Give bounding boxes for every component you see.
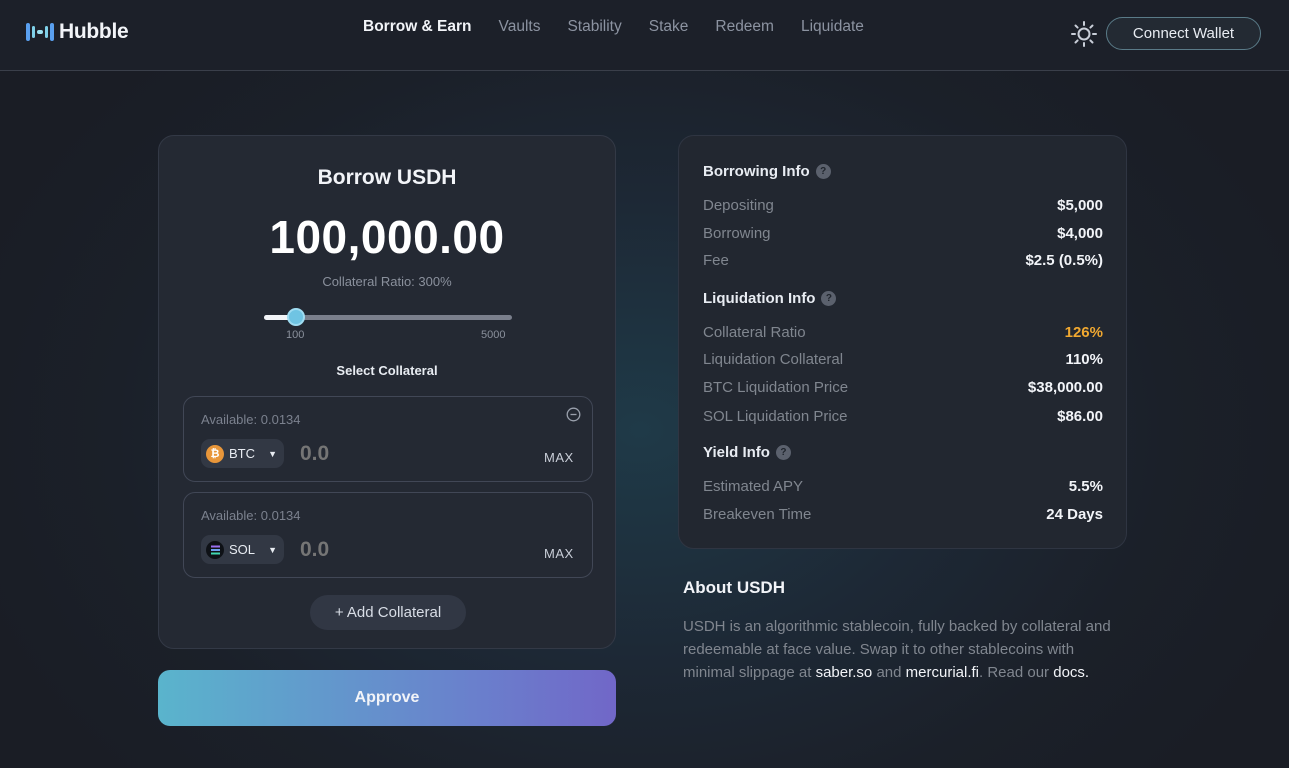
sun-icon[interactable] [1070,20,1098,48]
info-row-collateral-ratio: Collateral Ratio 126% [703,324,1103,341]
row-value: 126% [1064,324,1103,341]
collateral-box-sol: Available: 0.0134 SOL ▼ MAX [183,492,593,578]
info-row-sol-liquidation-price: SOL Liquidation Price $86.00 [703,408,1103,425]
solana-bars-icon [210,545,220,554]
row-label: BTC Liquidation Price [703,379,849,396]
collateral-box-btc: Available: 0.0134 ₿ BTC ▼ MAX [183,396,593,482]
section-title-text: Borrowing Info [703,163,810,180]
row-value: 110% [1065,351,1103,368]
borrow-title: Borrow USDH [317,166,457,189]
section-title-text: Yield Info [703,444,770,461]
docs-link[interactable]: docs. [1053,664,1089,681]
info-row-fee: Fee $2.5 (0.5%) [703,252,1103,269]
slider-thumb[interactable] [287,308,306,326]
caret-down-icon: ▼ [268,448,277,459]
remove-circle-icon[interactable] [566,407,581,422]
about-description: USDH is an algorithmic stablecoin, fully… [683,615,1123,684]
borrow-amount[interactable]: 100,000.00 [159,210,615,264]
info-row-estimated-apy: Estimated APY 5.5% [703,478,1103,495]
hubble-logo[interactable]: Hubble [25,20,129,44]
row-label: Liquidation Collateral [703,351,844,368]
help-icon[interactable]: ? [821,291,837,306]
row-value: 5.5% [1068,478,1103,495]
nav-stability[interactable]: Stability [567,18,621,36]
row-value: $38,000.00 [1027,379,1103,396]
token-name: BTC [229,446,255,461]
nav-borrow-earn[interactable]: Borrow & Earn [363,18,472,36]
token-select-sol[interactable]: SOL ▼ [201,535,284,564]
add-collateral-button[interactable]: + Add Collateral [310,595,466,630]
logo-text: Hubble [59,20,129,43]
row-value: $4,000 [1057,225,1103,242]
top-header: Hubble Borrow & Earn Vaults Stability St… [0,0,1289,71]
borrowing-info-title: Borrowing Info ? [703,163,831,180]
info-row-liquidation-collateral: Liquidation Collateral 110% [703,351,1103,368]
about-text-part: and [872,664,906,681]
collateral-ratio-label: Collateral Ratio: 300% [322,274,452,289]
sol-amount-input[interactable] [300,535,480,565]
max-button[interactable]: MAX [544,546,574,561]
help-icon[interactable]: ? [775,445,791,460]
info-row-depositing: Depositing $5,000 [703,197,1103,214]
row-value: 24 Days [1046,506,1103,523]
info-row-btc-liquidation-price: BTC Liquidation Price $38,000.00 [703,379,1103,396]
nav-vaults[interactable]: Vaults [499,18,541,36]
main-nav: Borrow & Earn Vaults Stability Stake Red… [363,18,864,36]
solana-icon [206,540,224,559]
info-row-borrowing: Borrowing $4,000 [703,225,1103,242]
slider-max-label: 5000 [481,329,506,341]
bitcoin-icon: ₿ [206,444,224,463]
available-balance: Available: 0.0134 [201,508,301,523]
max-button[interactable]: MAX [544,450,574,465]
btc-amount-input[interactable] [300,439,480,469]
saber-link[interactable]: saber.so [816,664,873,681]
info-card: Borrowing Info ? Depositing $5,000 Borro… [678,135,1127,549]
select-collateral-label: Select Collateral [336,363,438,378]
connect-wallet-button[interactable]: Connect Wallet [1106,17,1261,50]
row-label: Fee [703,252,729,269]
help-icon[interactable]: ? [815,164,831,179]
token-name: SOL [229,542,256,557]
nav-redeem[interactable]: Redeem [715,18,774,36]
row-label: Breakeven Time [703,506,812,523]
hubble-logo-icon [26,23,54,41]
mercurial-link[interactable]: mercurial.fi [906,664,979,681]
available-balance: Available: 0.0134 [201,412,301,427]
approve-button[interactable]: Approve [158,670,616,726]
yield-info-title: Yield Info ? [703,444,791,461]
row-label: Collateral Ratio [703,324,806,341]
row-label: SOL Liquidation Price [703,408,848,425]
slider-min-label: 100 [286,329,305,341]
caret-down-icon: ▼ [268,544,277,555]
about-title: About USDH [683,578,785,597]
section-title-text: Liquidation Info [703,290,816,307]
about-text-part: . Read our [979,664,1054,681]
row-label: Borrowing [703,225,771,242]
row-value: $86.00 [1057,408,1103,425]
row-label: Depositing [703,197,774,214]
info-row-breakeven-time: Breakeven Time 24 Days [703,506,1103,523]
liquidation-info-title: Liquidation Info ? [703,290,837,307]
row-value: $5,000 [1057,197,1103,214]
row-label: Estimated APY [703,478,804,495]
nav-liquidate[interactable]: Liquidate [801,18,864,36]
borrow-card: Borrow USDH 100,000.00 Collateral Ratio:… [158,135,616,649]
nav-stake[interactable]: Stake [649,18,689,36]
row-value: $2.5 (0.5%) [1025,252,1103,269]
token-select-btc[interactable]: ₿ BTC ▼ [201,439,284,468]
